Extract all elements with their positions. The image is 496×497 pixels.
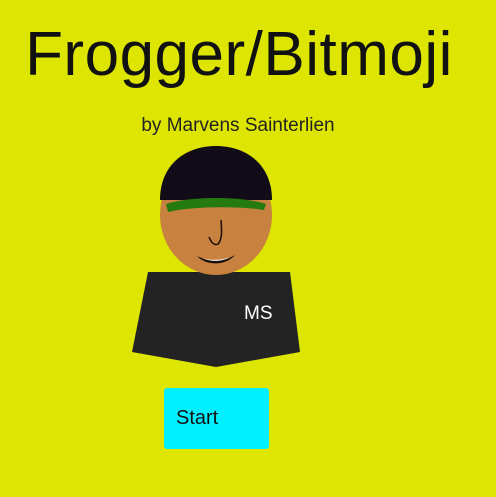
shirt-initials: MS — [244, 303, 273, 324]
avatar-shirt — [132, 272, 300, 367]
start-button[interactable]: Start — [164, 388, 269, 449]
avatar-hair — [160, 146, 272, 200]
